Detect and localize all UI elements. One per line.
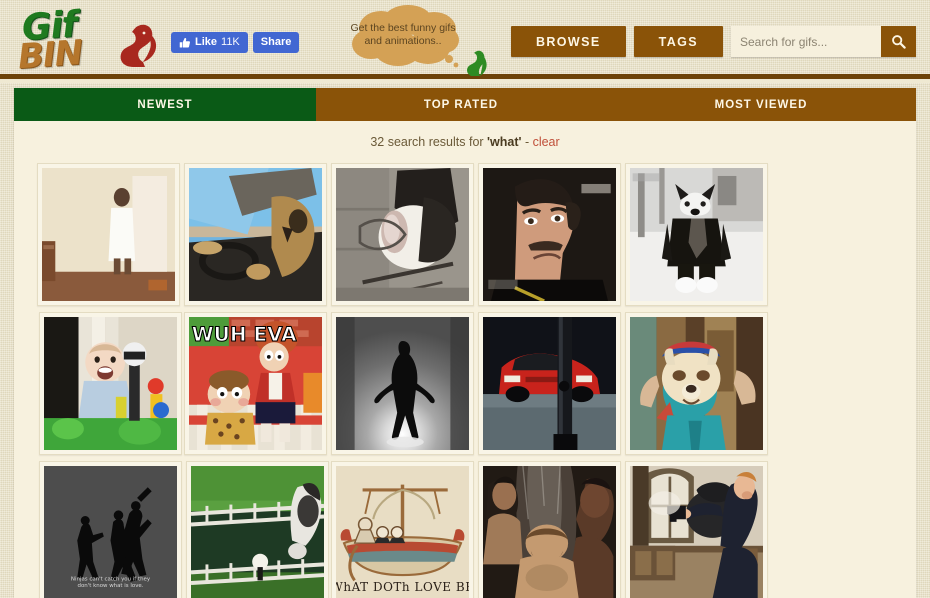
gif-thumbnail[interactable] — [37, 163, 180, 306]
gif-thumbnail[interactable] — [331, 312, 474, 455]
search-icon — [892, 35, 906, 49]
tags-button[interactable]: TAGS — [633, 26, 723, 57]
site-header: Gif BIN Like 11K Share Get the best funn… — [0, 0, 930, 83]
results-prefix: 32 search results for — [370, 135, 488, 149]
tab-newest[interactable]: NEWEST — [14, 88, 316, 121]
gif-thumbnail[interactable]: WUH EVA — [184, 312, 327, 455]
facebook-social-buttons: Like 11K Share — [171, 32, 300, 53]
search-submit-button[interactable] — [881, 26, 916, 57]
search-input[interactable] — [731, 26, 881, 57]
green-squirrel-icon — [467, 50, 487, 76]
gif-thumbnail[interactable] — [39, 312, 182, 455]
facebook-share-label: Share — [260, 36, 292, 48]
facebook-like-label: Like — [195, 36, 218, 48]
gif-thumbnail[interactable] — [331, 163, 474, 306]
search-results-summary: 32 search results for 'what' - clear — [14, 121, 916, 149]
thumbs-up-icon — [179, 37, 190, 47]
gif-thumbnail[interactable] — [625, 163, 768, 306]
tab-most-viewed[interactable]: MOST VIEWED — [606, 88, 916, 121]
svg-text:WUH EVA: WUH EVA — [192, 322, 298, 346]
gif-thumbnail[interactable] — [184, 163, 327, 306]
squirrel-icon — [120, 24, 157, 67]
facebook-share-button[interactable]: Share — [252, 32, 300, 53]
gif-thumbnail[interactable] — [625, 312, 768, 455]
gif-thumbnail[interactable] — [186, 461, 329, 598]
gif-thumbnail[interactable] — [478, 312, 621, 455]
results-query: 'what' — [487, 135, 522, 149]
gif-thumbnail[interactable] — [625, 461, 768, 598]
clear-search-link[interactable]: clear — [533, 135, 560, 149]
gif-thumbnail[interactable] — [478, 461, 621, 598]
tagline-bubble: Get the best funny gifs and animations.. — [336, 4, 488, 79]
gif-thumbnail[interactable] — [478, 163, 621, 306]
gif-results-grid: WUH EVA Ninjas can't catch you if they d… — [14, 149, 916, 598]
gif-thumbnail[interactable]: Ninjas can't catch you if they don't kno… — [39, 461, 182, 598]
site-logo[interactable]: Gif BIN — [16, 4, 161, 78]
header-navigation: BROWSE TAGS — [510, 26, 916, 57]
facebook-like-button[interactable]: Like 11K — [171, 32, 248, 53]
content-panel: NEWEST TOP RATED MOST VIEWED 32 search r… — [14, 88, 916, 598]
svg-text:Ninjas can't catch you if they: Ninjas can't catch you if they — [71, 576, 151, 582]
facebook-like-count: 11K — [221, 36, 240, 48]
logo-text-bin: BIN — [16, 32, 84, 78]
results-separator: - — [521, 135, 533, 149]
search-form — [731, 26, 916, 57]
gif-thumbnail[interactable]: WhAT DOTh LOVE BE — [331, 461, 474, 598]
svg-text:WhAT DOTh LOVE BE: WhAT DOTh LOVE BE — [336, 580, 469, 594]
tab-top-rated[interactable]: TOP RATED — [316, 88, 606, 121]
svg-text:don't know what is love.: don't know what is love. — [78, 583, 144, 589]
tagline-text: Get the best funny gifs and animations.. — [350, 22, 456, 47]
browse-button[interactable]: BROWSE — [510, 26, 626, 57]
sort-tabs: NEWEST TOP RATED MOST VIEWED — [14, 88, 916, 121]
